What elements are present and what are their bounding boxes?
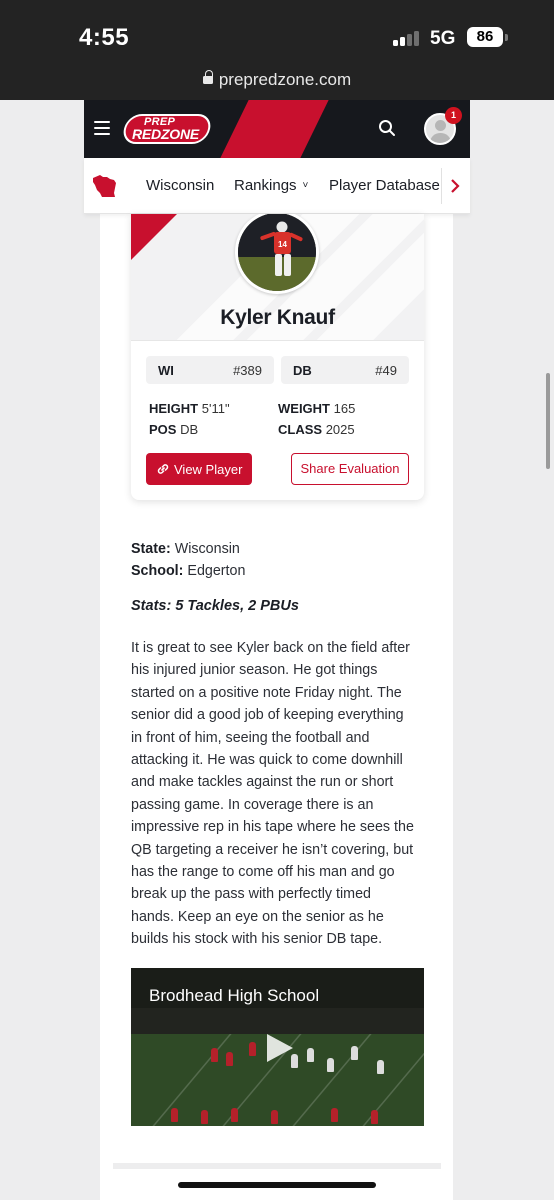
content-divider [113,1163,441,1169]
notification-badge: 1 [445,107,462,124]
lock-icon [202,70,213,84]
nav-item-rankings[interactable]: Rankings ˅ [234,177,308,194]
video-stands [131,1008,424,1036]
position-value: DB [180,422,199,437]
nav-item-wisconsin[interactable]: Wisconsin [146,177,214,194]
evaluation-text: It is great to see Kyler back on the fie… [131,640,414,948]
position-rank-label: DB [293,363,312,378]
battery-tip [505,34,508,41]
height-attr: HEIGHT 5'11" [149,401,230,416]
view-player-label: View Player [174,462,243,477]
search-icon[interactable] [378,119,396,137]
sub-navigation: Wisconsin Rankings ˅ Player Database [84,158,470,214]
player-card: 14 Kyler Knauf WI #389 DB #49 HEIGHT 5'1… [131,214,424,500]
network-label: 5G [430,28,456,49]
class-attr: CLASS 2025 [278,422,355,437]
site-header: PREP REDZONE 1 [84,100,470,158]
state-rank-box: WI #389 [146,356,274,384]
weight-attr: WEIGHT 165 [278,401,355,416]
nav-divider [441,168,442,204]
card-separator [131,340,424,341]
video-player[interactable]: Brodhead High School [131,968,424,1126]
battery-icon: 86 [467,27,503,47]
signal-icon [393,30,423,46]
home-indicator[interactable] [178,1182,376,1188]
scrollbar-thumb[interactable] [546,373,550,469]
site-logo[interactable]: PREP REDZONE [120,114,214,144]
link-icon [157,464,169,474]
wisconsin-state-icon[interactable] [90,171,120,201]
weight-value: 165 [333,401,356,416]
state-line: State: Wisconsin [131,541,240,557]
weight-label: WEIGHT [278,401,330,416]
status-bar: 4:55 5G 86 prepredzone.com [0,0,554,100]
position-rank-value: #49 [375,363,397,378]
school-value: Edgerton [187,563,246,579]
state-rank-value: #389 [233,363,262,378]
position-label: POS [149,422,177,437]
class-label: CLASS [278,422,323,437]
url-text: prepredzone.com [218,70,352,89]
position-rank-box: DB #49 [281,356,409,384]
nav-item-rankings-label: Rankings [234,177,297,194]
state-value: Wisconsin [174,541,240,557]
video-title: Brodhead High School [149,986,320,1005]
state-rank-label: WI [158,363,174,378]
class-value: 2025 [325,422,355,437]
nav-item-player-database[interactable]: Player Database [329,177,440,194]
view-player-button[interactable]: View Player [146,453,252,485]
player-photo: 14 [235,214,319,294]
height-label: HEIGHT [149,401,199,416]
chevron-right-icon[interactable] [448,177,462,195]
status-time: 4:55 [79,24,130,51]
svg-text:14: 14 [278,240,287,249]
stats-line: Stats: 5 Tackles, 2 PBUs [131,598,299,614]
player-name: Kyler Knauf [220,306,335,329]
article-meta: State: Wisconsin School: Edgerton [131,538,431,582]
play-icon[interactable] [267,1034,293,1062]
hamburger-menu-icon[interactable] [94,121,110,135]
school-line: School: Edgerton [131,563,246,579]
share-evaluation-button[interactable]: Share Evaluation [291,453,409,485]
header-accent [214,100,334,158]
url-bar[interactable]: prepredzone.com [0,70,554,90]
chevron-down-icon: ˅ [302,180,309,191]
height-value: 5'11" [201,401,230,416]
position-attr: POS DB [149,422,198,437]
